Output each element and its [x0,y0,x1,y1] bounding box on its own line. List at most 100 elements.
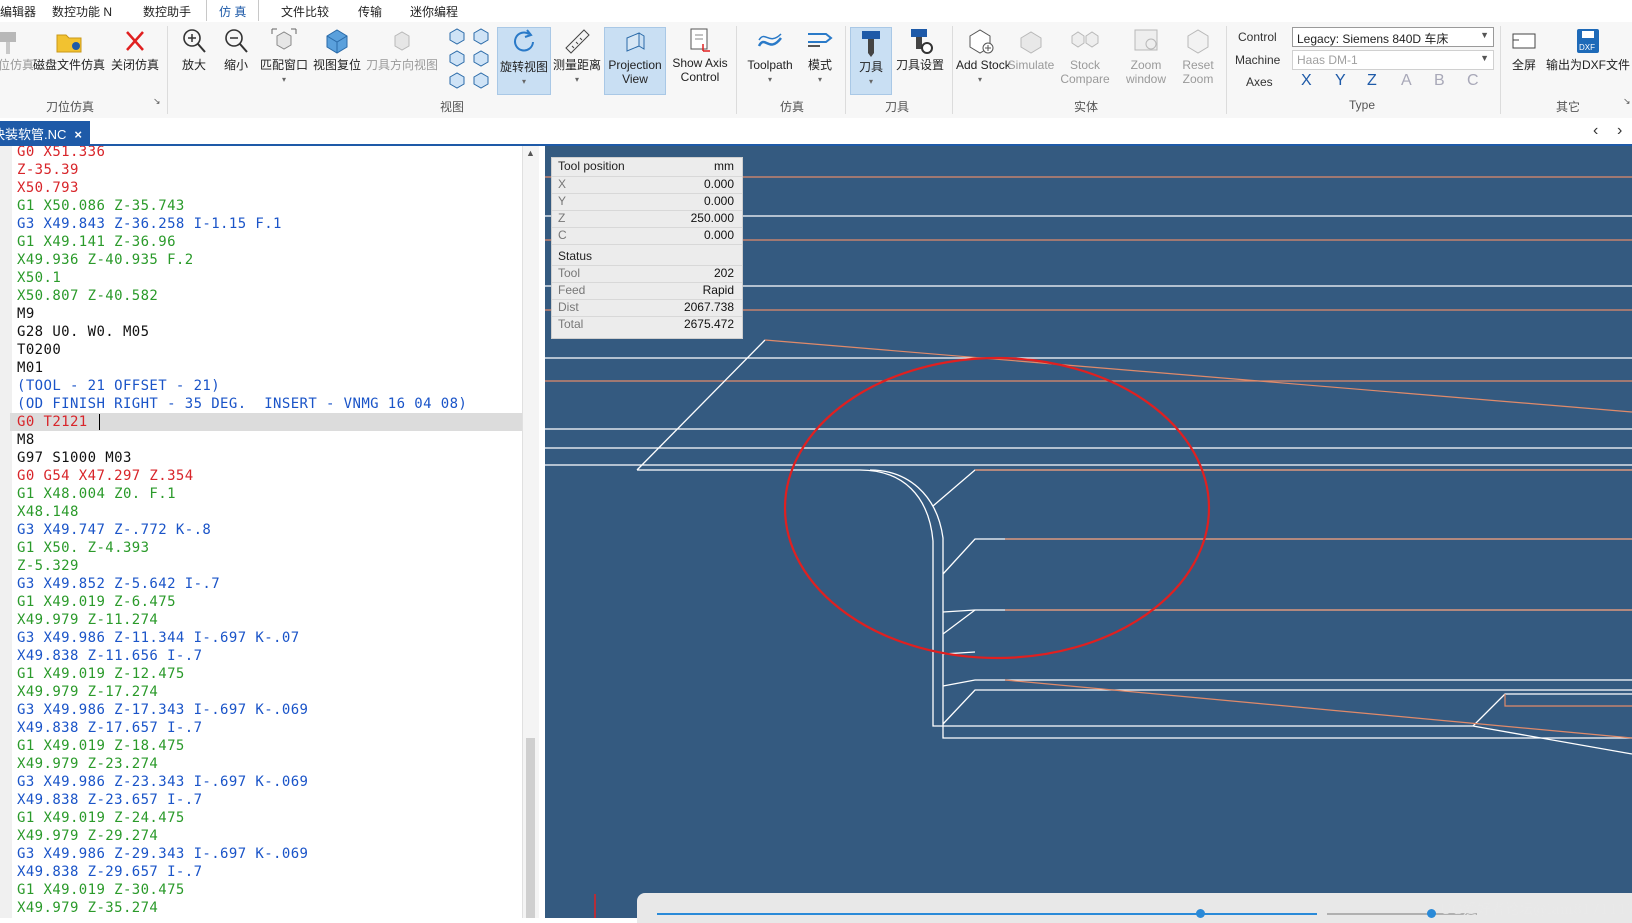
menu-transfer[interactable]: 传输 [358,3,382,20]
fullscreen-button[interactable]: 全屏 [1506,26,1542,72]
fit-window-button[interactable]: 匹配窗口 ▾ [258,26,310,87]
view-orientation-icons[interactable] [446,27,494,95]
code-line[interactable]: X49.979 Z-35.274 [17,899,158,917]
code-line[interactable]: X49.979 Z-11.274 [17,611,158,629]
chevron-left-icon[interactable]: ‹ [1593,122,1598,140]
zoom-window-button[interactable]: Zoom window [1115,26,1177,86]
axis-y-toggle[interactable]: Y [1335,72,1346,90]
close-sim-button[interactable]: 关闭仿真 [110,26,160,72]
scroll-up-arrow-icon[interactable]: ▲ [526,148,535,158]
tool-direction-view-button[interactable]: 刀具方向视图 [365,26,439,72]
code-line[interactable]: G1 X49.019 Z-12.475 [17,665,185,683]
scrollbar-thumb[interactable] [526,738,535,918]
code-line[interactable]: G0 G54 X47.297 Z.354 [17,467,194,485]
chevron-down-icon: ▼ [1480,53,1489,63]
code-line[interactable]: (TOOL - 21 OFFSET - 21) [17,377,220,395]
code-line[interactable]: X48.148 [17,503,79,521]
show-axis-control-button[interactable]: Show Axis Control [669,26,731,84]
code-line[interactable]: G3 X49.986 Z-23.343 I-.697 K-.069 [17,773,308,791]
code-line[interactable]: G1 X49.019 Z-24.475 [17,809,185,827]
toolpath-sim-button[interactable]: 刀位仿真 [0,26,34,72]
mode-button[interactable]: 模式 ▾ [802,26,838,87]
rotate-view-button[interactable]: 旋转视图 ▾ [497,27,551,95]
code-line[interactable]: G0 T2121 [10,413,524,431]
menu-mini-programming[interactable]: 迷你编程 [410,3,458,20]
code-line[interactable]: G1 X49.141 Z-36.96 [17,233,176,251]
code-line[interactable]: X49.979 Z-23.274 [17,755,158,773]
menu-nc-assistant[interactable]: 数控助手 [143,3,191,20]
code-line[interactable]: G3 X49.986 Z-17.343 I-.697 K-.069 [17,701,308,719]
axis-c-toggle[interactable]: C [1467,72,1479,90]
code-line[interactable]: G0 X51.336 [17,146,105,161]
code-line[interactable]: G1 X48.004 Z0. F.1 [17,485,176,503]
tool-position-row: Y 0.000 [552,193,742,211]
code-line[interactable]: G97 S1000 M03 [17,449,132,467]
dialog-launcher-icon[interactable]: ↘ [153,96,161,107]
control-select-value: Legacy: Siemens 840D 车床 [1297,32,1449,46]
code-line[interactable]: G1 X49.019 Z-18.475 [17,737,185,755]
simulate-button[interactable]: Simulate [1005,26,1057,72]
tool-button[interactable]: 刀具 ▾ [850,27,892,95]
code-line[interactable]: X49.838 Z-23.657 I-.7 [17,791,202,809]
code-line[interactable]: Z-5.329 [17,557,79,575]
axis-x-toggle[interactable]: X [1301,72,1312,90]
code-line[interactable]: G1 X49.019 Z-6.475 [17,593,176,611]
menu-file-compare[interactable]: 文件比较 [281,3,329,20]
code-line[interactable]: G28 U0. W0. M05 [17,323,149,341]
toolpath-button[interactable]: Toolpath ▾ [740,26,800,87]
axis-z-toggle[interactable]: Z [1367,72,1377,90]
axis-b-toggle[interactable]: B [1434,72,1445,90]
code-line[interactable]: X49.979 Z-29.274 [17,827,158,845]
zoom-in-button[interactable]: 放大 [176,26,212,72]
slider-handle[interactable] [1196,909,1205,918]
code-line[interactable]: X49.838 Z-17.657 I-.7 [17,719,202,737]
code-line[interactable]: G1 X49.019 Z-30.475 [17,881,185,899]
menu-simulation[interactable]: 仿 真 [206,0,260,21]
code-line[interactable]: Z-35.39 [17,161,79,179]
view-reset-button[interactable]: 视图复位 [311,26,363,72]
code-line[interactable]: X49.838 Z-11.656 I-.7 [17,647,202,665]
code-line[interactable]: M9 [17,305,35,323]
menu-nc-functions[interactable]: 数控功能 N [52,3,112,20]
dialog-launcher-icon[interactable]: ↘ [1623,96,1631,107]
projection-view-button[interactable]: Projection View [604,27,666,95]
disk-file-sim-button[interactable]: 磁盘文件仿真 [32,26,106,72]
nc-code-editor[interactable]: G0 X51.336 Z-35.39 X50.793 G1 X50.086 Z-35.… [0,146,526,918]
code-line[interactable]: M01 [17,359,44,377]
tool-settings-button[interactable]: 刀具设置 [894,26,946,72]
menu-editor[interactable]: 编辑器 [0,3,36,20]
export-dxf-button[interactable]: DXF 输出为DXF文件 [1546,26,1630,72]
axis-a-toggle[interactable]: A [1401,72,1412,90]
reset-zoom-button[interactable]: Reset Zoom [1178,26,1218,86]
zoom-out-button[interactable]: 缩小 [218,26,254,72]
code-line[interactable]: G3 X49.986 Z-29.343 I-.697 K-.069 [17,845,308,863]
code-line[interactable]: G3 X49.986 Z-11.344 I-.697 K-.07 [17,629,300,647]
code-line[interactable]: G1 X50.086 Z-35.743 [17,197,185,215]
code-line[interactable]: X50.793 [17,179,79,197]
code-line[interactable]: (OD FINISH RIGHT - 35 DEG. INSERT - VNMG… [17,395,467,413]
toolpath-line [1004,679,1632,739]
stock-compare-button[interactable]: Stock Compare [1058,26,1112,86]
chevron-down-icon: ▾ [281,75,286,84]
code-line[interactable]: G3 X49.747 Z-.772 K-.8 [17,521,211,539]
code-line[interactable]: M8 [17,431,35,449]
control-select[interactable]: Legacy: Siemens 840D 车床 ▼ [1292,27,1494,47]
editor-scrollbar[interactable]: ▲ [522,146,539,918]
code-line[interactable]: X49.979 Z-17.274 [17,683,158,701]
code-line[interactable]: T0200 [17,341,61,359]
add-stock-button[interactable]: Add Stock ▾ [956,26,1011,87]
machine-select[interactable]: Haas DM-1 ▼ [1292,50,1494,70]
code-line[interactable]: X49.838 Z-29.657 I-.7 [17,863,202,881]
chevron-right-icon[interactable]: › [1617,122,1622,140]
code-line[interactable]: X50.807 Z-40.582 [17,287,158,305]
file-tab[interactable]: 快装软管.NC × [0,121,90,144]
measure-distance-button[interactable]: 测量距离 ▾ [553,26,601,87]
code-line[interactable]: G1 X50. Z-4.393 [17,539,149,557]
svg-text:DXF: DXF [1579,43,1595,52]
code-line[interactable]: X49.936 Z-40.935 F.2 [17,251,194,269]
code-line[interactable]: X50.1 [17,269,61,287]
code-line[interactable]: G3 X49.852 Z-5.642 I-.7 [17,575,220,593]
close-icon[interactable]: × [74,127,82,142]
code-line[interactable]: G3 X49.843 Z-36.258 I-1.15 F.1 [17,215,282,233]
speed-slider-handle[interactable] [1427,909,1436,918]
